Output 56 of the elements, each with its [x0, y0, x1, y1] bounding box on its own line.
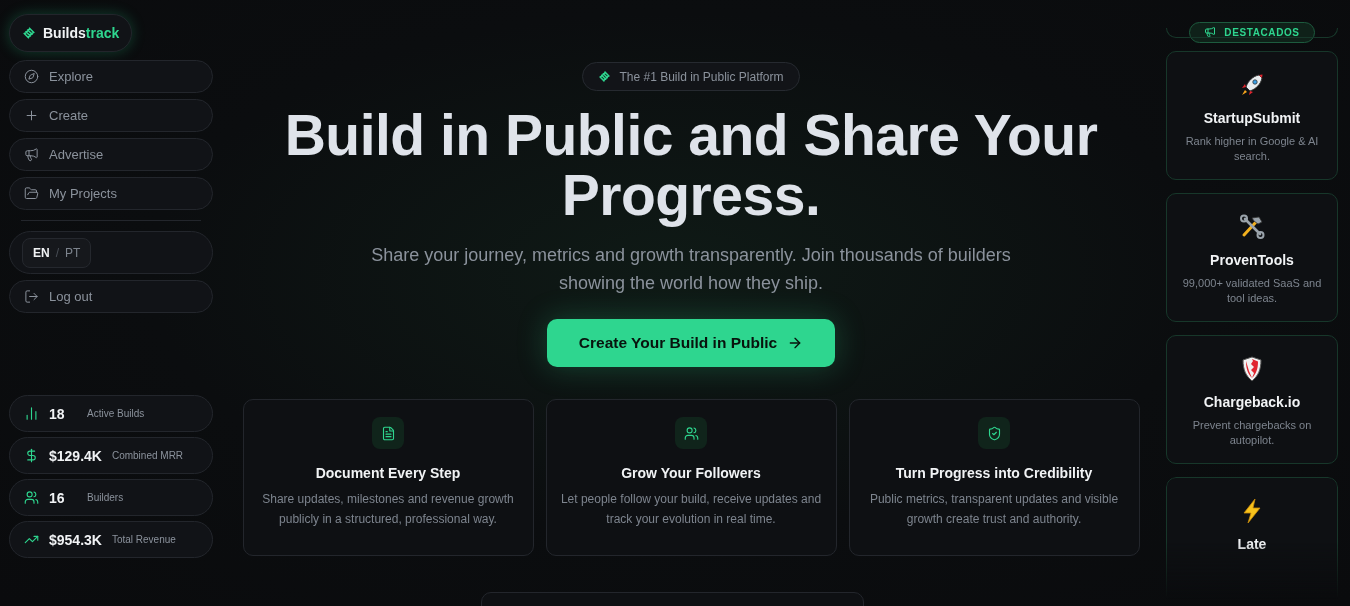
- dollar-icon: [24, 448, 39, 463]
- promo-text: Rank higher in Google & AI search.: [1184, 134, 1320, 164]
- stat-label: Combined MRR: [111, 450, 184, 461]
- promo-title: Late: [1237, 536, 1267, 552]
- nav-item[interactable]: Advertise: [9, 138, 213, 171]
- cta-button[interactable]: Create Your Build in Public: [546, 319, 836, 367]
- badge-text: The #1 Build in Public Platform: [619, 69, 784, 84]
- stat-value: $954.3K: [49, 531, 102, 548]
- promo-text: 99,000+ validated SaaS and tool ideas.: [1181, 276, 1323, 306]
- stat-label: Builders: [87, 492, 124, 503]
- lightning-icon: [1241, 498, 1263, 524]
- nav-item[interactable]: Create: [9, 99, 213, 132]
- feature-title: Turn Progress into Credibility: [895, 465, 1093, 481]
- stat-label: Total Revenue: [111, 534, 176, 545]
- feature-text: Public metrics, transparent updates and visible growth create trust and authority.: [868, 491, 1120, 528]
- compass-icon: [24, 69, 39, 84]
- promo-title: Chargeback.io: [1203, 394, 1301, 410]
- folder-icon: [24, 186, 39, 201]
- tools-icon: [1239, 214, 1265, 240]
- track-icon: [22, 26, 36, 40]
- stat-label: Active Builds: [87, 408, 145, 419]
- feature-text: Let people follow your build, receive updates and track your evolution in real time.: [560, 491, 822, 528]
- hero-subtitle: Share your journey, metrics and growth transparently. Join thousands of builders showing the world how they ship.: [371, 244, 1011, 295]
- nav-item[interactable]: My Projects: [9, 177, 213, 210]
- plus-icon: [24, 108, 39, 123]
- document-icon: [380, 425, 396, 441]
- bar-chart-icon: [24, 406, 39, 421]
- logout-icon: [24, 289, 39, 304]
- logout-button[interactable]: Log out: [9, 280, 213, 313]
- stat-value: 18: [49, 405, 66, 422]
- users-icon: [683, 425, 699, 441]
- featured-badge: DESTACADOS: [1189, 22, 1315, 43]
- language-option[interactable]: EN: [33, 245, 50, 260]
- megaphone-icon: [1204, 26, 1217, 39]
- promo-card[interactable]: ProvenTools 99,000+ validated SaaS and tool ideas.: [1166, 193, 1338, 322]
- promo-card[interactable]: StartupSubmit Rank higher in Google & AI search.: [1166, 51, 1338, 180]
- hero-title: Build in Public and Share Your Progress.: [283, 105, 1099, 225]
- nav-item[interactable]: Explore: [9, 60, 213, 93]
- promo-text: Prevent chargebacks on autopilot.: [1191, 418, 1313, 448]
- feature-text: Share updates, milestones and revenue growth publicly in a structured, professional way.: [261, 491, 515, 528]
- separator-text: /: [55, 245, 59, 260]
- stat-value: 16: [49, 489, 66, 506]
- users-icon: [24, 490, 39, 505]
- rocket-icon: [1239, 72, 1265, 98]
- megaphone-icon: [24, 147, 39, 162]
- feature-title: Grow Your Followers: [621, 465, 761, 481]
- promo-title: StartupSubmit: [1203, 110, 1301, 126]
- brand-logo[interactable]: Buildstrack: [9, 14, 133, 52]
- feature-title: Document Every Step: [315, 465, 461, 481]
- shield-icon: [1241, 356, 1263, 382]
- promo-title: ProvenTools: [1210, 252, 1294, 268]
- language-option[interactable]: PT: [65, 245, 81, 260]
- track-icon: [598, 70, 612, 83]
- stat-value: $129.4K: [49, 447, 102, 464]
- promo-card[interactable]: Chargeback.io Prevent chargebacks on autopilot.: [1166, 335, 1338, 464]
- shield-check-icon: [986, 425, 1002, 441]
